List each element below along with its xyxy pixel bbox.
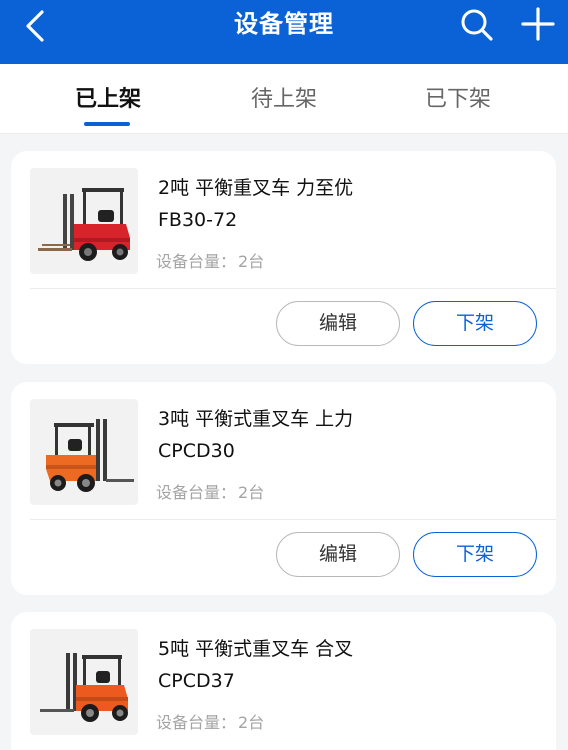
forklift-image bbox=[30, 168, 138, 274]
equipment-title: 3吨 平衡式重叉车 上力 bbox=[158, 408, 354, 430]
equipment-title: 2吨 平衡重叉车 力至优 bbox=[158, 177, 354, 199]
plus-icon bbox=[521, 7, 555, 41]
edit-button[interactable]: 编辑 bbox=[276, 532, 400, 577]
add-button[interactable] bbox=[518, 4, 558, 44]
tab-pending[interactable]: 待上架 bbox=[204, 64, 364, 134]
equipment-card[interactable]: 5吨 平衡式重叉车 合叉 CPCD37 设备台量： 2台 bbox=[11, 612, 556, 750]
tab-delisted[interactable]: 已下架 bbox=[378, 64, 538, 134]
equipment-model: FB30-72 bbox=[158, 209, 238, 231]
quantity-label: 设备台量： bbox=[156, 483, 237, 502]
quantity-value: 2台 bbox=[238, 713, 265, 732]
card-divider bbox=[30, 519, 556, 520]
forklift-image bbox=[30, 399, 138, 505]
equipment-quantity: 设备台量： 2台 bbox=[156, 251, 264, 273]
delist-button[interactable]: 下架 bbox=[413, 301, 537, 346]
quantity-value: 2台 bbox=[238, 252, 265, 271]
equipment-model: CPCD30 bbox=[158, 440, 235, 462]
search-button[interactable] bbox=[457, 4, 497, 44]
active-tab-indicator bbox=[84, 122, 130, 126]
equipment-title: 5吨 平衡式重叉车 合叉 bbox=[158, 638, 354, 660]
equipment-card[interactable]: 2吨 平衡重叉车 力至优 FB30-72 设备台量： 2台 编辑 下架 bbox=[11, 151, 556, 364]
delist-button[interactable]: 下架 bbox=[413, 532, 537, 577]
card-divider bbox=[30, 288, 556, 289]
quantity-label: 设备台量： bbox=[156, 713, 237, 732]
quantity-value: 2台 bbox=[238, 483, 265, 502]
equipment-model: CPCD37 bbox=[158, 670, 235, 692]
equipment-quantity: 设备台量： 2台 bbox=[156, 712, 264, 734]
search-icon bbox=[461, 9, 493, 41]
app-header: 设备管理 bbox=[0, 0, 568, 64]
forklift-image bbox=[30, 629, 138, 735]
equipment-card[interactable]: 3吨 平衡式重叉车 上力 CPCD30 设备台量： 2台 编辑 下架 bbox=[11, 382, 556, 595]
equipment-quantity: 设备台量： 2台 bbox=[156, 482, 264, 504]
quantity-label: 设备台量： bbox=[156, 252, 237, 271]
edit-button[interactable]: 编辑 bbox=[276, 301, 400, 346]
